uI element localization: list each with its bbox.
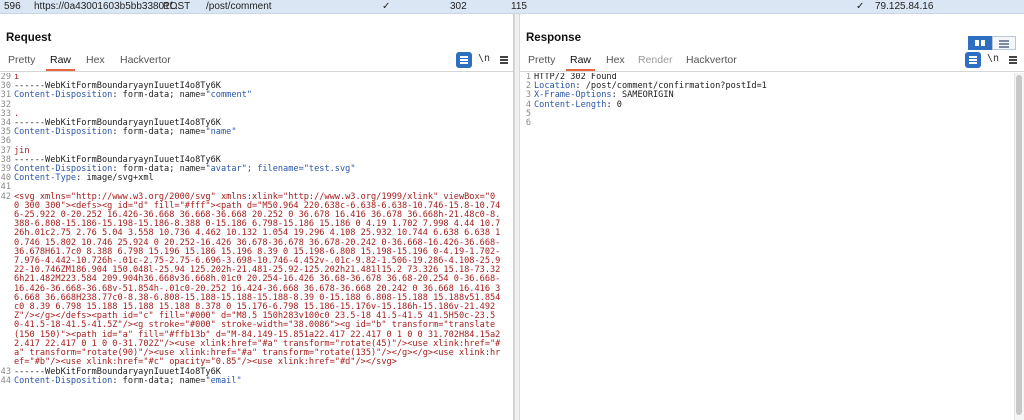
request-tabs: Pretty Raw Hex Hackvertor bbox=[0, 50, 513, 72]
layout-side-by-side-icon[interactable] bbox=[968, 36, 992, 50]
response-menu-icon[interactable] bbox=[1007, 52, 1019, 68]
request-tab-hackvertor[interactable]: Hackvertor bbox=[116, 54, 175, 66]
request-tab-hex[interactable]: Hex bbox=[82, 54, 109, 66]
request-line: 35 Content-Disposition: form-data; name="… bbox=[0, 128, 503, 137]
history-length: 115 bbox=[511, 1, 527, 12]
response-tab-raw[interactable]: Raw bbox=[566, 54, 596, 71]
request-line-text bbox=[14, 101, 503, 110]
request-line-text: Content-Type: image/svg+xml bbox=[14, 173, 154, 184]
response-editor[interactable]: 1 HTTP/2 302 Found 2 Location: /post/commen… bbox=[520, 73, 1014, 420]
request-newline-toggle[interactable]: \n bbox=[478, 53, 490, 64]
request-line: 44 Content-Disposition: form-data; name="… bbox=[0, 375, 503, 386]
response-line-text bbox=[534, 110, 1014, 119]
response-line: 4 Content-Length: 0 bbox=[520, 99, 1014, 110]
request-pane: Request Pretty Raw Hex Hackvertor \n 29 i… bbox=[0, 14, 514, 420]
history-check-icon-2: ✓ bbox=[856, 1, 865, 12]
response-line: 6 bbox=[520, 118, 1014, 129]
request-line: 40 Content-Type: image/svg+xml bbox=[0, 174, 503, 183]
request-line-text: Content-Disposition: form-data; name="em… bbox=[14, 375, 242, 386]
request-line: 32 bbox=[0, 100, 503, 110]
request-title: Request bbox=[6, 32, 52, 44]
layout-stacked-icon[interactable] bbox=[992, 36, 1016, 50]
history-check-icon: ✓ bbox=[382, 1, 391, 12]
response-newline-toggle[interactable]: \n bbox=[987, 53, 999, 64]
response-scroll-thumb[interactable] bbox=[1016, 75, 1022, 415]
history-status: 302 bbox=[450, 1, 467, 12]
request-line-number: 44 bbox=[0, 375, 11, 386]
request-line-text: <svg xmlns="http://www.w3.org/2000/svg" … bbox=[14, 191, 501, 368]
response-line-text: Content-Length: 0 bbox=[534, 99, 622, 110]
response-line-number: 6 bbox=[525, 118, 531, 129]
request-line-text: Content-Disposition: form-data; name="co… bbox=[14, 90, 253, 101]
response-pretty-print-icon[interactable] bbox=[965, 52, 981, 68]
history-row[interactable]: 596 https://0a43001603b5bb33801f... POST… bbox=[0, 0, 1024, 14]
request-line: 36 bbox=[0, 137, 503, 146]
history-method: POST bbox=[163, 1, 191, 12]
request-menu-icon[interactable] bbox=[498, 52, 510, 68]
request-editor[interactable]: 29 i 30 ------WebKitFormBoundaryaynIuuetI4o… bbox=[0, 73, 503, 420]
request-line: 31 Content-Disposition: form-data; name="… bbox=[0, 91, 503, 100]
history-id: 596 bbox=[4, 1, 21, 12]
response-tab-pretty[interactable]: Pretty bbox=[524, 54, 559, 66]
response-tab-hex[interactable]: Hex bbox=[602, 54, 629, 66]
history-host: https://0a43001603b5bb33801f... bbox=[34, 1, 181, 12]
response-tabs: Pretty Raw Hex Render Hackvertor bbox=[520, 50, 1024, 72]
response-tab-hackvertor[interactable]: Hackvertor bbox=[682, 54, 741, 66]
request-line: 42 <svg xmlns="http://www.w3.org/2000/svg… bbox=[0, 191, 503, 368]
response-title: Response bbox=[526, 32, 581, 44]
request-tab-pretty[interactable]: Pretty bbox=[4, 54, 39, 66]
request-pretty-print-icon[interactable] bbox=[456, 52, 472, 68]
response-scrollbar[interactable] bbox=[1014, 73, 1024, 420]
response-line: 5 bbox=[520, 109, 1014, 119]
request-line-text: Content-Disposition: form-data; name="na… bbox=[14, 127, 237, 138]
history-path: /post/comment bbox=[206, 1, 272, 12]
response-pane: Response Pretty Raw Hex Render Hackverto… bbox=[520, 14, 1024, 420]
history-ip: 79.125.84.16 bbox=[875, 1, 934, 12]
response-line-text bbox=[534, 119, 1014, 128]
response-tab-render[interactable]: Render bbox=[634, 54, 676, 66]
request-tab-raw[interactable]: Raw bbox=[46, 54, 76, 71]
request-line-number: 42 bbox=[0, 191, 11, 202]
request-line-text bbox=[14, 137, 503, 146]
